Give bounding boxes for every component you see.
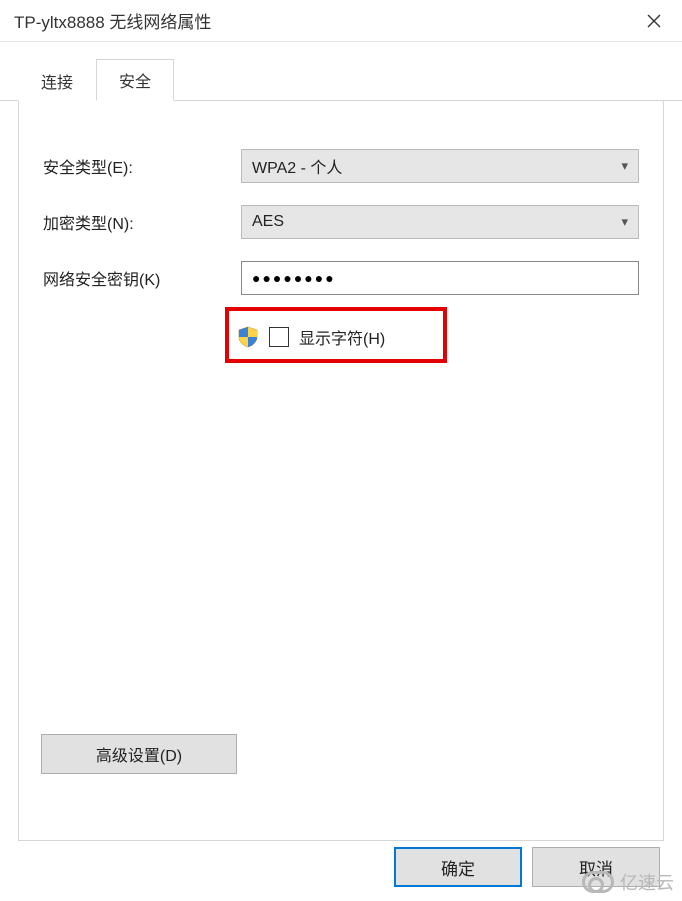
show-characters-checkbox[interactable] xyxy=(269,327,289,347)
security-panel: 安全类型(E): WPA2 - 个人 ▾ 加密类型(N): AES ▾ 网络安全… xyxy=(18,101,664,841)
title-bar: TP-yltx8888 无线网络属性 xyxy=(0,0,682,42)
security-type-value: WPA2 - 个人 xyxy=(252,154,342,178)
tab-connect[interactable]: 连接 xyxy=(18,60,96,101)
show-characters-group: 显示字符(H) xyxy=(225,317,639,357)
security-type-label: 安全类型(E): xyxy=(43,154,241,178)
encryption-type-row: 加密类型(N): AES ▾ xyxy=(43,205,639,239)
network-key-label: 网络安全密钥(K) xyxy=(43,266,241,290)
chevron-down-icon: ▾ xyxy=(621,158,628,174)
show-characters-row: 显示字符(H) xyxy=(225,317,639,357)
tab-strip: 连接 安全 xyxy=(0,42,682,101)
ok-button[interactable]: 确定 xyxy=(394,847,522,887)
close-button[interactable] xyxy=(630,1,678,41)
encryption-type-label: 加密类型(N): xyxy=(43,210,241,234)
encryption-type-select[interactable]: AES ▾ xyxy=(241,205,639,239)
network-key-row: 网络安全密钥(K) ●●●●●●●● xyxy=(43,261,639,295)
shield-icon xyxy=(237,326,259,348)
security-type-row: 安全类型(E): WPA2 - 个人 ▾ xyxy=(43,149,639,183)
show-characters-label: 显示字符(H) xyxy=(299,325,385,349)
tab-security[interactable]: 安全 xyxy=(96,59,174,101)
chevron-down-icon: ▾ xyxy=(621,214,628,230)
window-title: TP-yltx8888 无线网络属性 xyxy=(14,8,211,33)
cancel-button[interactable]: 取消 xyxy=(532,847,660,887)
security-type-select[interactable]: WPA2 - 个人 ▾ xyxy=(241,149,639,183)
network-key-input[interactable]: ●●●●●●●● xyxy=(241,261,639,295)
advanced-settings-button[interactable]: 高级设置(D) xyxy=(41,734,237,774)
encryption-type-value: AES xyxy=(252,213,284,231)
dialog-footer: 确定 取消 xyxy=(394,847,660,887)
close-icon xyxy=(647,14,661,28)
network-key-masked: ●●●●●●●● xyxy=(252,270,336,286)
